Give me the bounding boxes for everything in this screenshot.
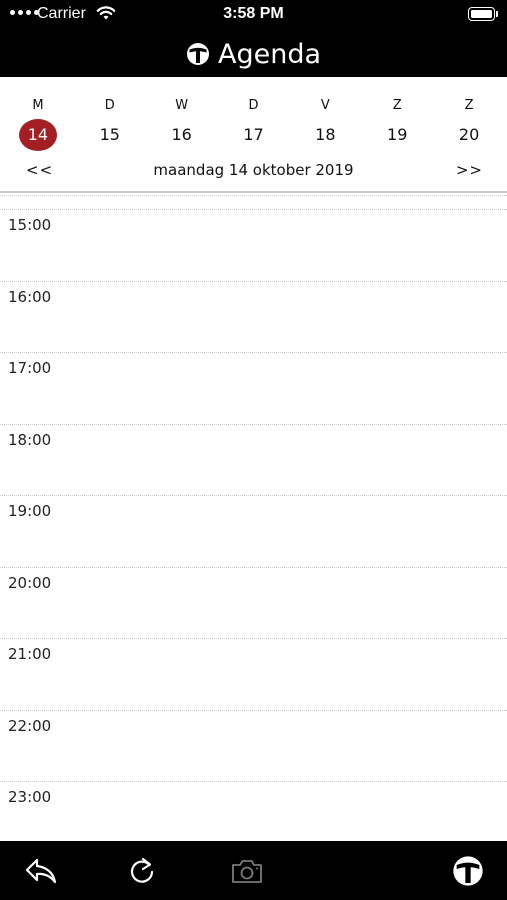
hour-slot[interactable]: 22:00	[0, 709, 507, 782]
hour-label: 16:00	[8, 287, 52, 306]
day-number[interactable]: 20	[450, 119, 488, 151]
header: Agenda	[0, 34, 507, 74]
day-column[interactable]: D 17	[218, 97, 290, 151]
refresh-icon	[130, 857, 154, 883]
hour-slot[interactable]: 15:00	[0, 209, 507, 281]
selected-date-label: maandag 14 oktober 2019	[153, 161, 354, 179]
back-arrow-icon	[25, 858, 57, 884]
weekday-letter: Z	[392, 98, 402, 113]
weekday-letter: D	[248, 98, 259, 113]
hour-slot[interactable]: 20:00	[0, 566, 507, 639]
hour-label: 19:00	[8, 502, 52, 520]
camera-icon	[232, 860, 262, 883]
day-number[interactable]: 19	[378, 119, 416, 151]
week-strip: M 14 D 15 W 16 D 17 V 18 Z 19 Z 20 << ma…	[0, 77, 507, 193]
day-column[interactable]: M 14	[2, 97, 74, 151]
top-bar: Carrier 3:58 PM Agenda	[0, 0, 507, 77]
weekday-letter: W	[175, 98, 189, 113]
day-number[interactable]: 16	[163, 119, 201, 151]
hour-label: 20:00	[8, 573, 52, 592]
day-number-selected[interactable]: 14	[18, 119, 57, 151]
hour-label: 15:00	[8, 216, 52, 234]
refresh-button[interactable]	[125, 855, 159, 887]
back-button[interactable]	[24, 855, 58, 887]
app-logo-icon	[186, 43, 209, 65]
page-title: Agenda	[217, 38, 322, 70]
app-logo-button[interactable]	[451, 855, 485, 887]
bottom-toolbar	[0, 841, 507, 900]
hour-label: 23:00	[8, 788, 52, 806]
week-days: M 14 D 15 W 16 D 17 V 18 Z 19 Z 20	[2, 97, 505, 151]
hour-label: 17:00	[8, 359, 52, 377]
weekday-letter: Z	[464, 98, 474, 113]
next-day-button[interactable]: >>	[456, 161, 483, 179]
battery-tip	[496, 11, 498, 17]
hour-slot[interactable]	[0, 195, 507, 209]
hour-slot[interactable]: 19:00	[0, 495, 507, 567]
day-number[interactable]: 18	[306, 119, 344, 151]
hour-label: 21:00	[8, 645, 52, 663]
hour-slot[interactable]: 23:00	[0, 781, 507, 841]
camera-button[interactable]	[230, 855, 264, 887]
day-number[interactable]: 15	[91, 119, 129, 151]
weekday-letter: V	[320, 98, 330, 113]
week-navigation: << maandag 14 oktober 2019 >>	[0, 161, 507, 183]
day-number[interactable]: 17	[235, 119, 273, 151]
day-column[interactable]: W 16	[146, 97, 218, 151]
weekday-letter: M	[32, 98, 44, 113]
hour-slot[interactable]: 16:00	[0, 280, 507, 353]
weekday-letter: D	[104, 98, 115, 113]
battery-icon	[468, 7, 495, 21]
day-schedule[interactable]: 15:00 16:00 17:00 18:00 19:00 20:00 21:0…	[0, 195, 507, 841]
day-column[interactable]: Z 20	[433, 97, 505, 151]
day-column[interactable]: Z 19	[361, 97, 433, 151]
app-logo-icon	[453, 856, 483, 886]
day-column[interactable]: V 18	[289, 97, 361, 151]
hour-label: 18:00	[8, 430, 52, 449]
clock: 3:58 PM	[223, 5, 284, 22]
hour-slot[interactable]: 21:00	[0, 638, 507, 710]
hour-slot[interactable]: 18:00	[0, 423, 507, 496]
status-bar: Carrier 3:58 PM	[0, 0, 507, 30]
hour-label: 22:00	[8, 716, 52, 735]
day-column[interactable]: D 15	[74, 97, 146, 151]
hour-slot[interactable]: 17:00	[0, 352, 507, 424]
